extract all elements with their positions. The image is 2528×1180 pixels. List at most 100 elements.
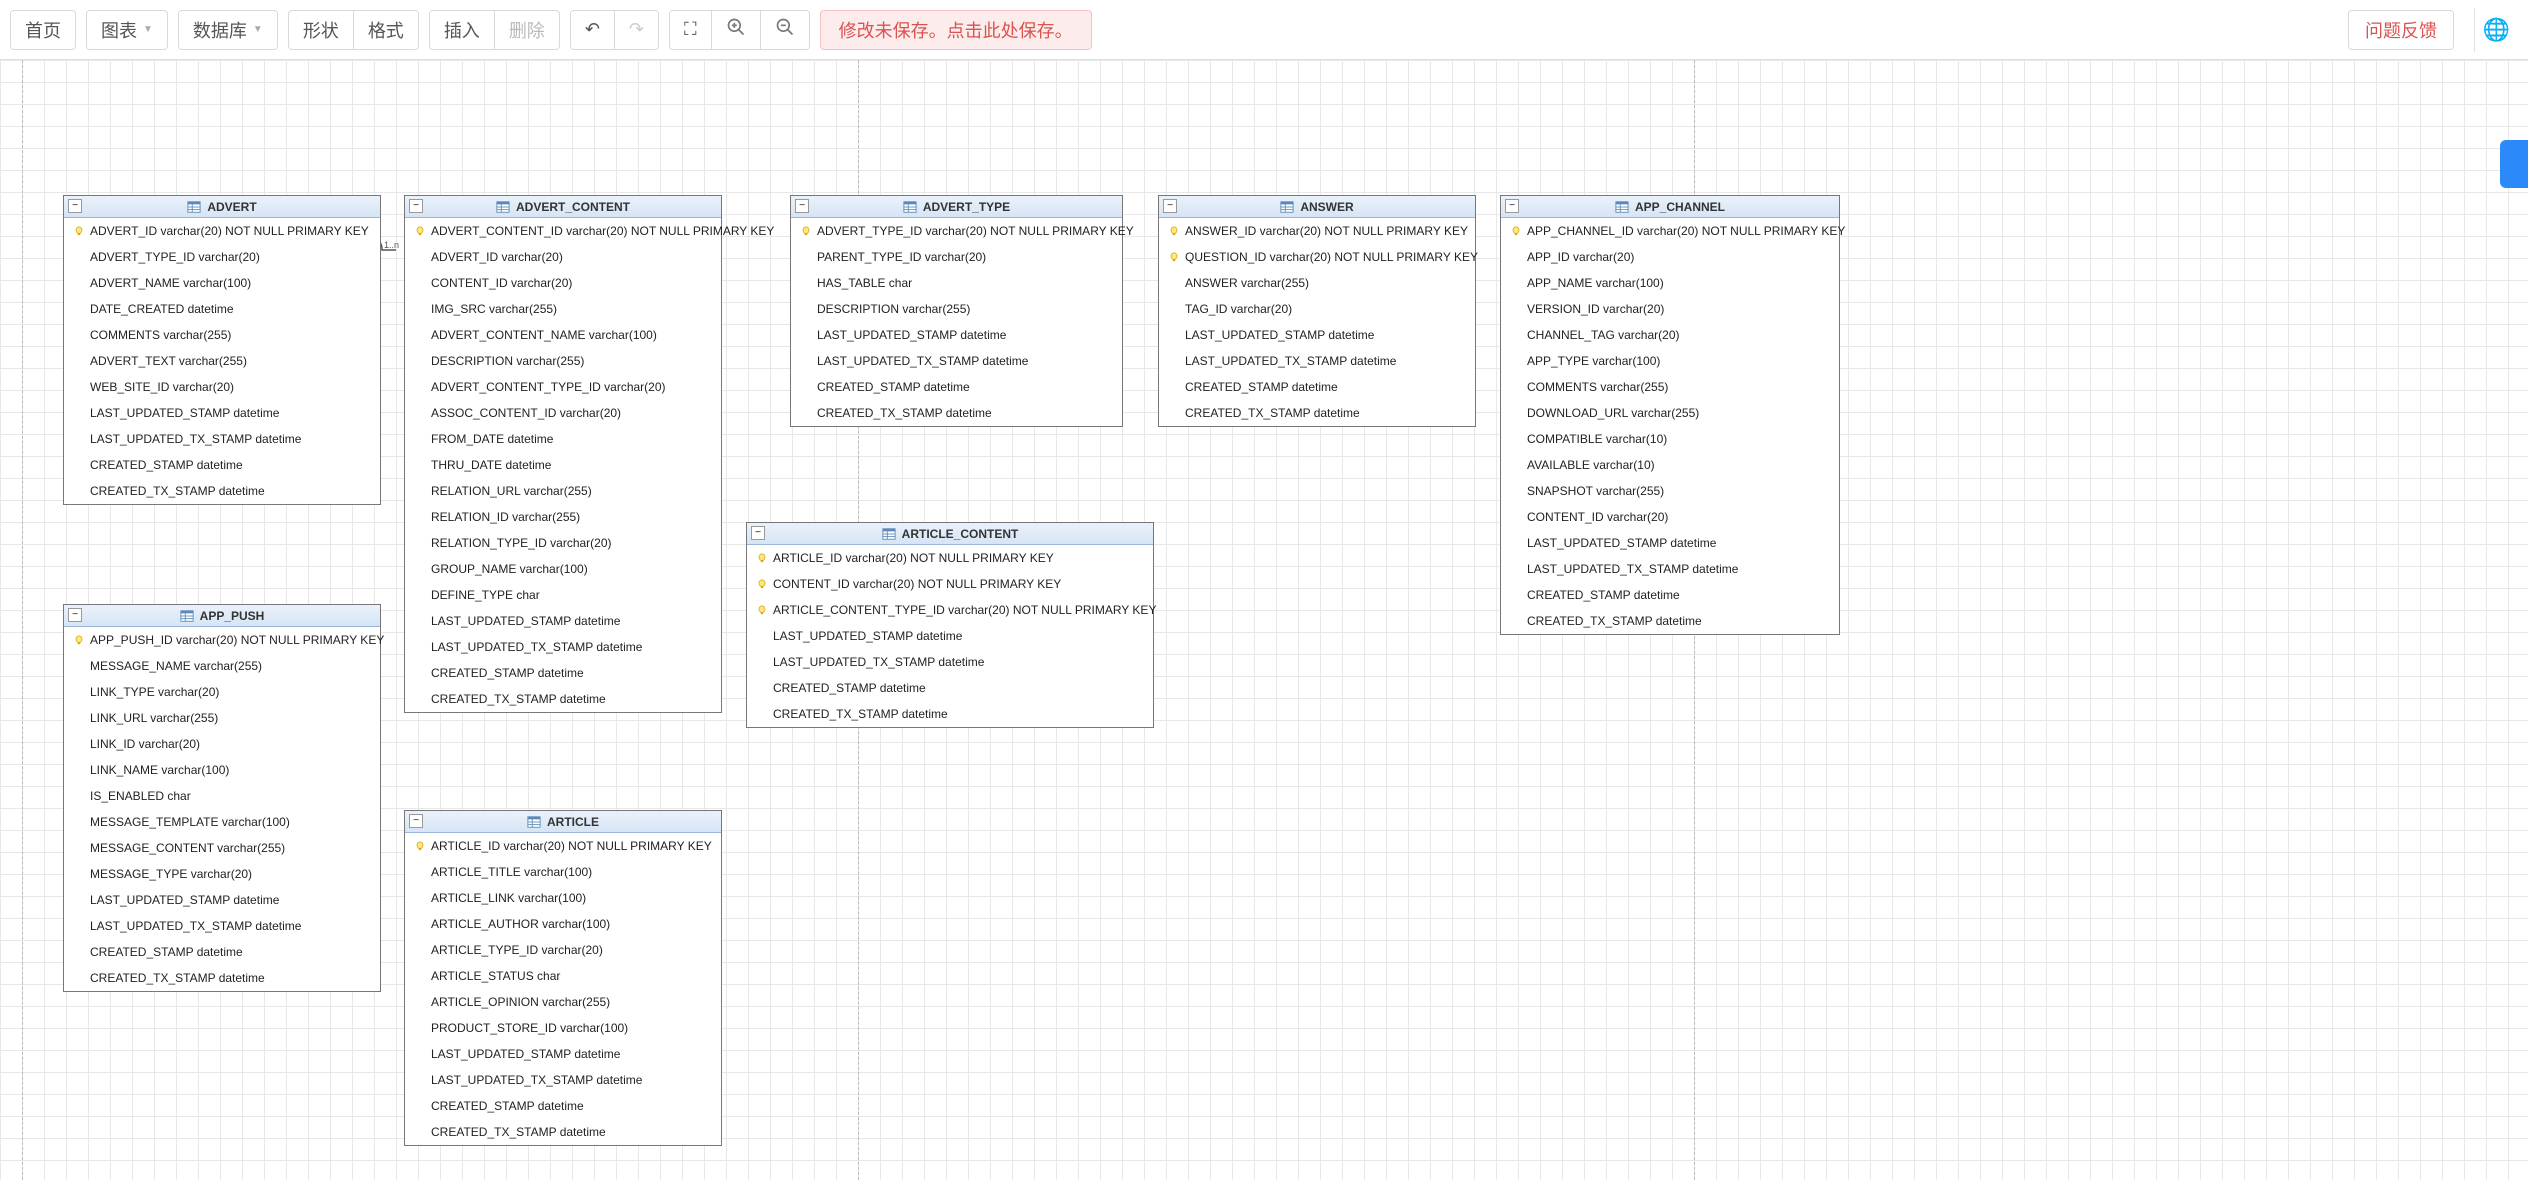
table-column[interactable]: RELATION_ID varchar(255) [405,504,721,530]
table-column[interactable]: WEB_SITE_ID varchar(20) [64,374,380,400]
zoom-out-button[interactable] [760,10,810,50]
table-column[interactable]: ARTICLE_CONTENT_TYPE_ID varchar(20) NOT … [747,597,1153,623]
table-column[interactable]: APP_PUSH_ID varchar(20) NOT NULL PRIMARY… [64,627,380,653]
table-column[interactable]: GROUP_NAME varchar(100) [405,556,721,582]
table-column[interactable]: IMG_SRC varchar(255) [405,296,721,322]
table-column[interactable]: CHANNEL_TAG varchar(20) [1501,322,1839,348]
table-article-content[interactable]: −ARTICLE_CONTENTARTICLE_ID varchar(20) N… [746,522,1154,728]
table-column[interactable]: LAST_UPDATED_TX_STAMP datetime [405,1067,721,1093]
table-column[interactable]: TAG_ID varchar(20) [1159,296,1475,322]
language-button[interactable]: 🌐 [2474,8,2518,52]
table-column[interactable]: QUESTION_ID varchar(20) NOT NULL PRIMARY… [1159,244,1475,270]
table-column[interactable]: APP_ID varchar(20) [1501,244,1839,270]
collapse-icon[interactable]: − [1163,199,1177,213]
table-column[interactable]: RELATION_URL varchar(255) [405,478,721,504]
diagram-canvas[interactable]: 1..n −ADVERTADVERT_ID varchar(20) NOT NU… [0,60,2528,1180]
table-header[interactable]: −ADVERT [64,196,380,218]
table-column[interactable]: LAST_UPDATED_STAMP datetime [405,608,721,634]
table-column[interactable]: LAST_UPDATED_STAMP datetime [1501,530,1839,556]
table-column[interactable]: ASSOC_CONTENT_ID varchar(20) [405,400,721,426]
table-header[interactable]: −ADVERT_TYPE [791,196,1122,218]
table-column[interactable]: LAST_UPDATED_STAMP datetime [747,623,1153,649]
delete-button[interactable]: 删除 [494,10,560,50]
table-column[interactable]: LAST_UPDATED_STAMP datetime [64,400,380,426]
table-column[interactable]: LAST_UPDATED_TX_STAMP datetime [747,649,1153,675]
collapse-icon[interactable]: − [751,526,765,540]
table-column[interactable]: CREATED_STAMP datetime [64,939,380,965]
fullscreen-button[interactable]: ⛶ [669,10,712,50]
table-column[interactable]: ANSWER_ID varchar(20) NOT NULL PRIMARY K… [1159,218,1475,244]
table-header[interactable]: −ADVERT_CONTENT [405,196,721,218]
table-column[interactable]: LAST_UPDATED_TX_STAMP datetime [791,348,1122,374]
table-column[interactable]: LAST_UPDATED_STAMP datetime [405,1041,721,1067]
table-column[interactable]: CONTENT_ID varchar(20) [1501,504,1839,530]
table-column[interactable]: ADVERT_TYPE_ID varchar(20) NOT NULL PRIM… [791,218,1122,244]
undo-button[interactable]: ↶ [570,10,615,50]
table-column[interactable]: THRU_DATE datetime [405,452,721,478]
table-column[interactable]: COMMENTS varchar(255) [1501,374,1839,400]
table-column[interactable]: LAST_UPDATED_STAMP datetime [1159,322,1475,348]
table-column[interactable]: MESSAGE_NAME varchar(255) [64,653,380,679]
table-header[interactable]: −APP_PUSH [64,605,380,627]
table-column[interactable]: LAST_UPDATED_TX_STAMP datetime [1159,348,1475,374]
table-column[interactable]: CREATED_TX_STAMP datetime [64,478,380,504]
table-column[interactable]: CREATED_TX_STAMP datetime [1501,608,1839,634]
table-column[interactable]: SNAPSHOT varchar(255) [1501,478,1839,504]
collapse-icon[interactable]: − [409,199,423,213]
table-column[interactable]: LAST_UPDATED_TX_STAMP datetime [64,913,380,939]
table-column[interactable]: LAST_UPDATED_TX_STAMP datetime [64,426,380,452]
table-column[interactable]: MESSAGE_CONTENT varchar(255) [64,835,380,861]
table-column[interactable]: PRODUCT_STORE_ID varchar(100) [405,1015,721,1041]
table-column[interactable]: CREATED_STAMP datetime [1501,582,1839,608]
table-column[interactable]: ADVERT_NAME varchar(100) [64,270,380,296]
table-column[interactable]: ARTICLE_AUTHOR varchar(100) [405,911,721,937]
table-column[interactable]: APP_TYPE varchar(100) [1501,348,1839,374]
table-column[interactable]: ARTICLE_STATUS char [405,963,721,989]
format-button[interactable]: 格式 [353,10,419,50]
table-column[interactable]: CREATED_STAMP datetime [747,675,1153,701]
side-panel-tab[interactable] [2500,140,2528,188]
table-column[interactable]: DESCRIPTION varchar(255) [405,348,721,374]
table-header[interactable]: −ARTICLE_CONTENT [747,523,1153,545]
table-advert[interactable]: −ADVERTADVERT_ID varchar(20) NOT NULL PR… [63,195,381,505]
table-column[interactable]: ARTICLE_ID varchar(20) NOT NULL PRIMARY … [747,545,1153,571]
table-header[interactable]: −ARTICLE [405,811,721,833]
table-column[interactable]: LAST_UPDATED_STAMP datetime [791,322,1122,348]
table-column[interactable]: CREATED_STAMP datetime [1159,374,1475,400]
table-column[interactable]: DOWNLOAD_URL varchar(255) [1501,400,1839,426]
table-column[interactable]: COMMENTS varchar(255) [64,322,380,348]
feedback-button[interactable]: 问题反馈 [2348,10,2454,50]
table-header[interactable]: −APP_CHANNEL [1501,196,1839,218]
table-column[interactable]: LINK_TYPE varchar(20) [64,679,380,705]
table-column[interactable]: CREATED_TX_STAMP datetime [747,701,1153,727]
table-column[interactable]: PARENT_TYPE_ID varchar(20) [791,244,1122,270]
table-column[interactable]: AVAILABLE varchar(10) [1501,452,1839,478]
table-column[interactable]: COMPATIBLE varchar(10) [1501,426,1839,452]
table-column[interactable]: HAS_TABLE char [791,270,1122,296]
table-column[interactable]: CREATED_STAMP datetime [405,660,721,686]
insert-button[interactable]: 插入 [429,10,495,50]
save-warning[interactable]: 修改未保存。点击此处保存。 [820,10,1092,50]
collapse-icon[interactable]: − [68,199,82,213]
table-column[interactable]: ADVERT_TYPE_ID varchar(20) [64,244,380,270]
redo-button[interactable]: ↷ [614,10,659,50]
table-column[interactable]: LINK_NAME varchar(100) [64,757,380,783]
table-column[interactable]: ARTICLE_OPINION varchar(255) [405,989,721,1015]
table-column[interactable]: CONTENT_ID varchar(20) NOT NULL PRIMARY … [747,571,1153,597]
zoom-in-button[interactable] [711,10,761,50]
table-column[interactable]: DEFINE_TYPE char [405,582,721,608]
table-column[interactable]: APP_NAME varchar(100) [1501,270,1839,296]
table-column[interactable]: ANSWER varchar(255) [1159,270,1475,296]
table-column[interactable]: CREATED_STAMP datetime [64,452,380,478]
table-advert-content[interactable]: −ADVERT_CONTENTADVERT_CONTENT_ID varchar… [404,195,722,713]
chart-dropdown[interactable]: 图表▼ [86,10,168,50]
table-column[interactable]: ADVERT_ID varchar(20) NOT NULL PRIMARY K… [64,218,380,244]
table-column[interactable]: CREATED_TX_STAMP datetime [405,1119,721,1145]
table-column[interactable]: ADVERT_TEXT varchar(255) [64,348,380,374]
table-column[interactable]: LAST_UPDATED_TX_STAMP datetime [1501,556,1839,582]
table-column[interactable]: CREATED_TX_STAMP datetime [791,400,1122,426]
table-column[interactable]: ADVERT_CONTENT_NAME varchar(100) [405,322,721,348]
table-column[interactable]: CREATED_TX_STAMP datetime [64,965,380,991]
canvas-wrap[interactable]: 1..n −ADVERTADVERT_ID varchar(20) NOT NU… [0,60,2528,1180]
table-article[interactable]: −ARTICLEARTICLE_ID varchar(20) NOT NULL … [404,810,722,1146]
